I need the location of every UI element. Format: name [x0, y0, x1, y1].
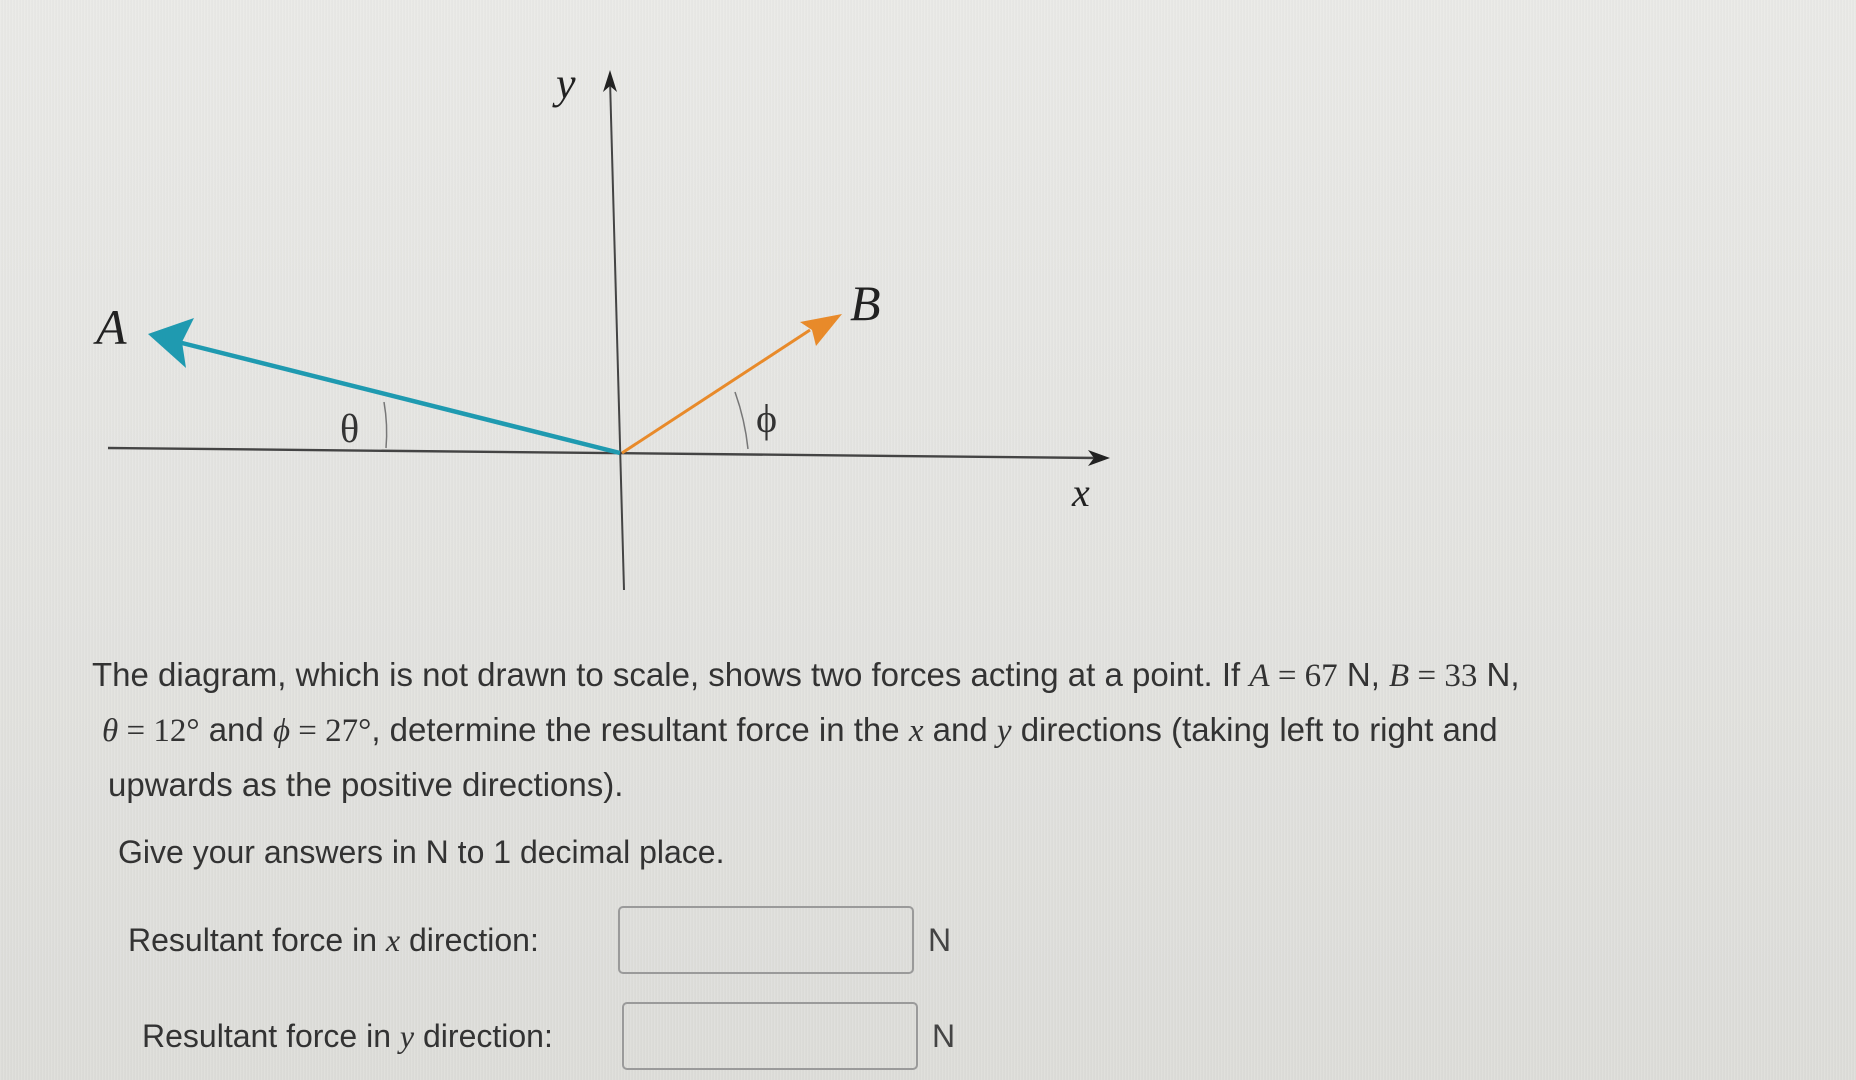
- force-b-unit: N,: [1477, 656, 1520, 693]
- force-b-arrowhead-icon: [800, 314, 842, 346]
- force-a-label: A: [93, 299, 127, 355]
- answer-instruction: Give your answers in N to 1 decimal plac…: [118, 834, 725, 870]
- phi-angle-label: ϕ: [756, 396, 777, 441]
- question-text-b: and: [923, 711, 997, 748]
- homework-page: y x A θ B ϕ The diagram, which is not dr…: [0, 0, 1856, 1080]
- question-text: The diagram, which is not drawn to scale…: [92, 648, 1852, 812]
- force-b-label: B: [850, 275, 881, 331]
- phi-symbol: ϕ: [272, 713, 291, 749]
- answer-unit-y: N: [932, 1017, 956, 1054]
- theta-symbol: θ: [102, 713, 119, 749]
- force-a-symbol: A: [1249, 658, 1270, 694]
- answer-label-x-pre: Resultant force in: [128, 921, 386, 958]
- answer-label-x: Resultant force in x direction:: [128, 922, 618, 959]
- and-text: and: [199, 711, 273, 748]
- answer-unit-x: N: [928, 921, 952, 958]
- question-intro: The diagram, which is not drawn to scale…: [92, 656, 1250, 693]
- force-a-value: = 67: [1269, 658, 1338, 694]
- theta-angle-label: θ: [340, 406, 359, 451]
- force-diagram: y x A θ B ϕ: [93, 59, 1110, 591]
- answer-label-y-post: direction:: [414, 1017, 553, 1054]
- question-text-c: directions (taking left to right and: [1011, 711, 1498, 748]
- resultant-y-input[interactable]: [622, 1002, 918, 1070]
- x-axis-label: x: [1071, 470, 1090, 515]
- phi-angle-arc: [734, 391, 749, 450]
- force-b-vector: [621, 328, 811, 455]
- y-symbol: y: [996, 713, 1012, 749]
- answer-label-x-symbol: x: [385, 921, 401, 958]
- theta-angle-arc: [383, 401, 388, 449]
- question-line-1: The diagram, which is not drawn to scale…: [92, 648, 1852, 703]
- answer-label-y-symbol: y: [399, 1017, 415, 1054]
- answer-row-x: Resultant force in x direction: N: [128, 906, 951, 974]
- y-axis-label: y: [552, 59, 576, 108]
- y-axis: [609, 79, 625, 591]
- answer-label-x-post: direction:: [400, 921, 539, 958]
- question-line-3: upwards as the positive directions).: [108, 758, 1852, 812]
- resultant-x-input[interactable]: [618, 906, 914, 974]
- question-line-2: θ = 12° and ϕ = 27°, determine the resul…: [102, 703, 1852, 758]
- question-text-a: , determine the resultant force in the: [371, 711, 909, 748]
- answer-row-y: Resultant force in y direction: N: [142, 1002, 955, 1070]
- theta-value: = 12°: [118, 713, 200, 749]
- phi-value: = 27°: [290, 713, 372, 749]
- question-text-end: upwards as the positive directions).: [108, 766, 624, 803]
- answer-label-y-pre: Resultant force in: [142, 1017, 400, 1054]
- force-a-vector: [177, 339, 621, 456]
- force-a-unit: N,: [1337, 656, 1390, 693]
- answer-label-y: Resultant force in y direction:: [142, 1018, 622, 1055]
- x-symbol: x: [908, 713, 924, 749]
- force-b-symbol: B: [1389, 658, 1410, 694]
- force-b-value: = 33: [1409, 658, 1478, 694]
